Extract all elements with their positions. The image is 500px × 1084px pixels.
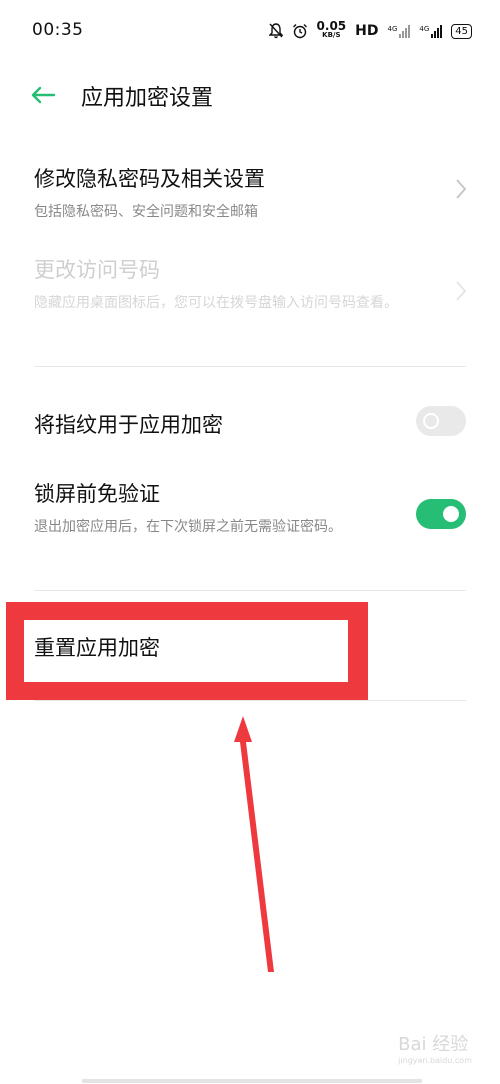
watermark-url: jingyan.baidu.com <box>398 1056 472 1065</box>
watermark: Bai 经验 jingyan.baidu.com <box>398 1030 472 1065</box>
home-indicator <box>82 1079 422 1083</box>
annotation-arrow <box>234 716 274 972</box>
watermark-text: Bai 经验 <box>398 1034 469 1055</box>
